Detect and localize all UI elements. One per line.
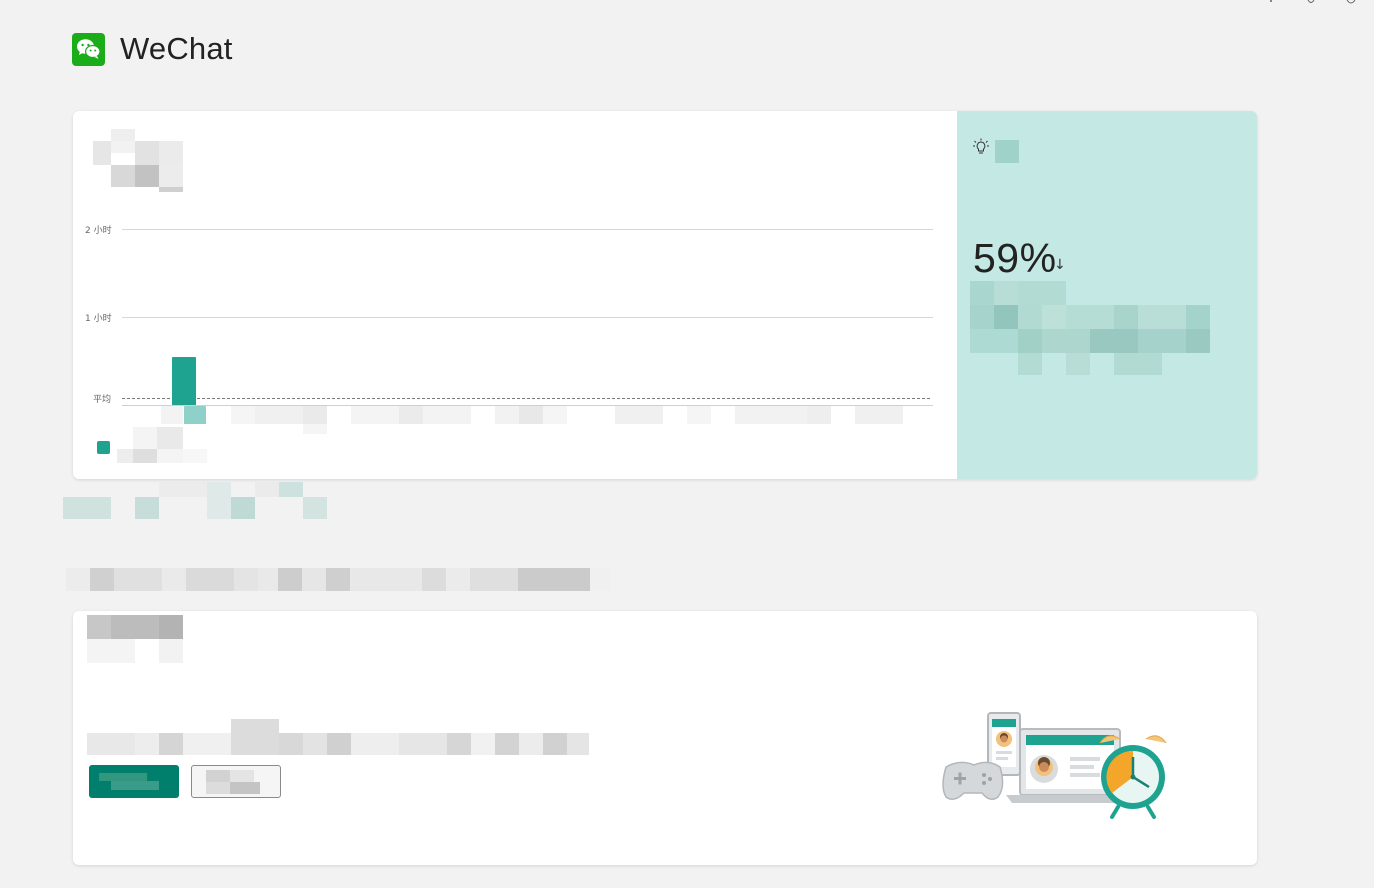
close-icon[interactable] — [1346, 0, 1356, 4]
usage-card: 2 小时 1 小时 平均 59% ↓ — [73, 111, 1257, 479]
y-tick-label: 2 小时 — [85, 226, 112, 236]
y-tick-label: 1 小时 — [85, 314, 112, 324]
chart-bar — [172, 357, 196, 405]
promo-card — [73, 611, 1257, 865]
devices-and-alarm-clock-illustration — [940, 711, 1172, 828]
y-gridline — [122, 317, 933, 318]
restore-icon[interactable] — [1306, 0, 1316, 4]
app-title: WeChat — [120, 31, 233, 66]
y-gridline — [122, 229, 933, 230]
bar-secondary — [184, 406, 206, 424]
trend-down-icon: ↓ — [1054, 257, 1066, 273]
legend-swatch — [97, 441, 110, 454]
primary-action-button[interactable] — [89, 765, 179, 798]
window-controls — [1266, 0, 1356, 6]
minimize-icon[interactable] — [1266, 0, 1276, 4]
usage-chart: 2 小时 1 小时 平均 — [73, 111, 957, 479]
average-label: 平均 — [93, 395, 112, 405]
wechat-logo-icon — [72, 32, 105, 66]
insight-stat-value: 59% — [973, 235, 1057, 281]
insight-panel: 59% ↓ — [957, 111, 1257, 479]
average-line — [122, 398, 930, 399]
app-header: WeChat — [72, 31, 233, 67]
secondary-action-button[interactable] — [191, 765, 281, 798]
lightbulb-icon — [972, 138, 990, 161]
